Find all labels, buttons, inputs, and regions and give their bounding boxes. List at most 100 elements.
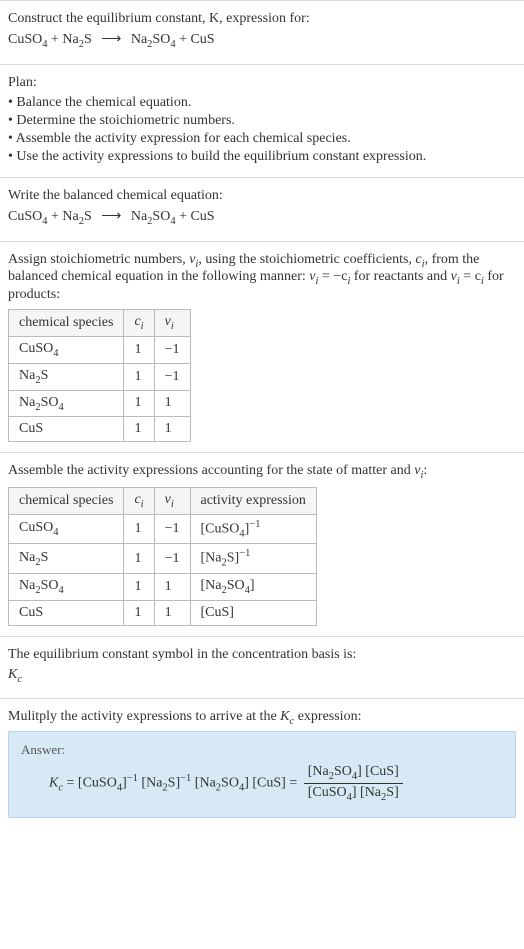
assign-text: Assign stoichiometric numbers, νi, using… <box>8 252 516 304</box>
plan-item: • Use the activity expressions to build … <box>8 149 516 165</box>
den-part: ] [Na <box>352 785 381 800</box>
sp: S <box>41 550 49 565</box>
term: [CuSO <box>78 776 117 791</box>
balanced-section: Write the balanced chemical equation: Cu… <box>0 177 524 241</box>
plan-list: • Balance the chemical equation. • Deter… <box>8 95 516 165</box>
col-species: chemical species <box>9 310 124 337</box>
num-part: ] [CuS] <box>357 764 399 779</box>
term: [CuS] = <box>249 776 301 791</box>
sp-sub: 4 <box>58 401 63 412</box>
sp: Na <box>19 550 35 565</box>
eq-part: S <box>84 32 92 47</box>
cell-activity: [Na2SO4] <box>190 573 316 600</box>
header-sub: i <box>141 321 144 332</box>
cell-c: 1 <box>124 544 154 573</box>
cell-c: 1 <box>124 390 154 417</box>
assign-section: Assign stoichiometric numbers, νi, using… <box>0 241 524 453</box>
answer-label: Answer: <box>21 742 503 758</box>
term-sup: −1 <box>180 773 191 784</box>
eq: = <box>63 776 78 791</box>
arrow-icon: ⟶ <box>101 31 121 48</box>
term: S] <box>168 776 180 791</box>
cell-nu: −1 <box>154 514 190 543</box>
eq-part: + Na <box>47 32 78 47</box>
cell-c: 1 <box>124 573 154 600</box>
den-part: S] <box>386 785 398 800</box>
text: , using the stoichiometric coefficients, <box>198 252 415 267</box>
intro-line: Construct the equilibrium constant, K, e… <box>8 11 516 27</box>
cell-activity: [CuSO4]−1 <box>190 514 316 543</box>
k-sub: c <box>17 673 22 684</box>
rel: = c <box>460 269 481 284</box>
sp: S <box>41 368 49 383</box>
sp: Na <box>19 395 35 410</box>
col-species: chemical species <box>9 488 124 515</box>
balanced-title: Write the balanced chemical equation: <box>8 188 516 204</box>
table-row: CuS 1 1 <box>9 417 191 442</box>
rel: = −c <box>318 269 347 284</box>
k: K <box>49 776 58 791</box>
header-text: chemical species <box>19 315 113 330</box>
activity-title: Assemble the activity expressions accoun… <box>8 463 516 481</box>
sp-sub: 4 <box>53 348 58 359</box>
eq-part: Na <box>131 209 147 224</box>
table-row: CuS 1 1 [CuS] <box>9 600 317 625</box>
k: K <box>280 709 289 724</box>
multiply-text: Mulitply the activity expressions to arr… <box>8 709 516 727</box>
denominator: [CuSO4] [Na2S] <box>304 784 403 803</box>
cell-nu: −1 <box>154 363 190 390</box>
table-row: CuSO4 1 −1 [CuSO4]−1 <box>9 514 317 543</box>
term: [Na <box>191 776 216 791</box>
sp: CuS <box>19 605 43 620</box>
header-text: chemical species <box>19 493 113 508</box>
balanced-equation: CuSO4 + Na2S ⟶ Na2SO4 + CuS <box>8 208 516 227</box>
cell-nu: −1 <box>154 544 190 573</box>
text: Assemble the activity expressions accoun… <box>8 463 414 478</box>
text: for reactants and <box>350 269 450 284</box>
symbol-section: The equilibrium constant symbol in the c… <box>0 636 524 699</box>
header-text: activity expression <box>201 493 306 508</box>
eq-part: SO <box>152 32 170 47</box>
header-sub: i <box>171 499 174 510</box>
cell-species: Na2SO4 <box>9 390 124 417</box>
act: ] <box>250 578 255 593</box>
cell-species: CuS <box>9 600 124 625</box>
arrow-icon: ⟶ <box>101 208 121 225</box>
act: [CuS] <box>201 605 234 620</box>
act: SO <box>227 578 245 593</box>
num-part: SO <box>334 764 352 779</box>
col-ci: ci <box>124 310 154 337</box>
cell-species: CuSO4 <box>9 514 124 543</box>
cell-species: CuS <box>9 417 124 442</box>
table-row: Na2S 1 −1 <box>9 363 191 390</box>
header-sub: i <box>141 499 144 510</box>
cell-c: 1 <box>124 514 154 543</box>
table-row: Na2SO4 1 1 [Na2SO4] <box>9 573 317 600</box>
cell-c: 1 <box>124 417 154 442</box>
text: expression: <box>294 709 361 724</box>
plan-item: • Balance the chemical equation. <box>8 95 516 111</box>
col-ci: ci <box>124 488 154 515</box>
sp-sub: 4 <box>58 585 63 596</box>
cell-nu: 1 <box>154 390 190 417</box>
act: S] <box>227 551 239 566</box>
den-part: [CuSO <box>308 785 347 800</box>
multiply-section: Mulitply the activity expressions to arr… <box>0 698 524 827</box>
eq-part: + CuS <box>176 209 215 224</box>
fraction: [Na2SO4] [CuS][CuSO4] [Na2S] <box>304 764 403 803</box>
intro-text-a: Construct the equilibrium constant, K, e… <box>8 11 310 26</box>
plan-item: • Assemble the activity expression for e… <box>8 131 516 147</box>
act-sup: −1 <box>249 519 260 530</box>
answer-expression: Kc = [CuSO4]−1 [Na2S]−1 [Na2SO4] [CuS] =… <box>21 764 503 803</box>
cell-activity: [Na2S]−1 <box>190 544 316 573</box>
text: Assign stoichiometric numbers, <box>8 252 189 267</box>
k: K <box>8 667 17 682</box>
sp: CuSO <box>19 341 53 356</box>
cell-species: Na2S <box>9 363 124 390</box>
cell-nu: 1 <box>154 573 190 600</box>
symbol-kc: Kc <box>8 667 516 685</box>
cell-c: 1 <box>124 600 154 625</box>
act: [CuSO <box>201 522 240 537</box>
eq-part: SO <box>152 209 170 224</box>
plan-title: Plan: <box>8 75 516 91</box>
